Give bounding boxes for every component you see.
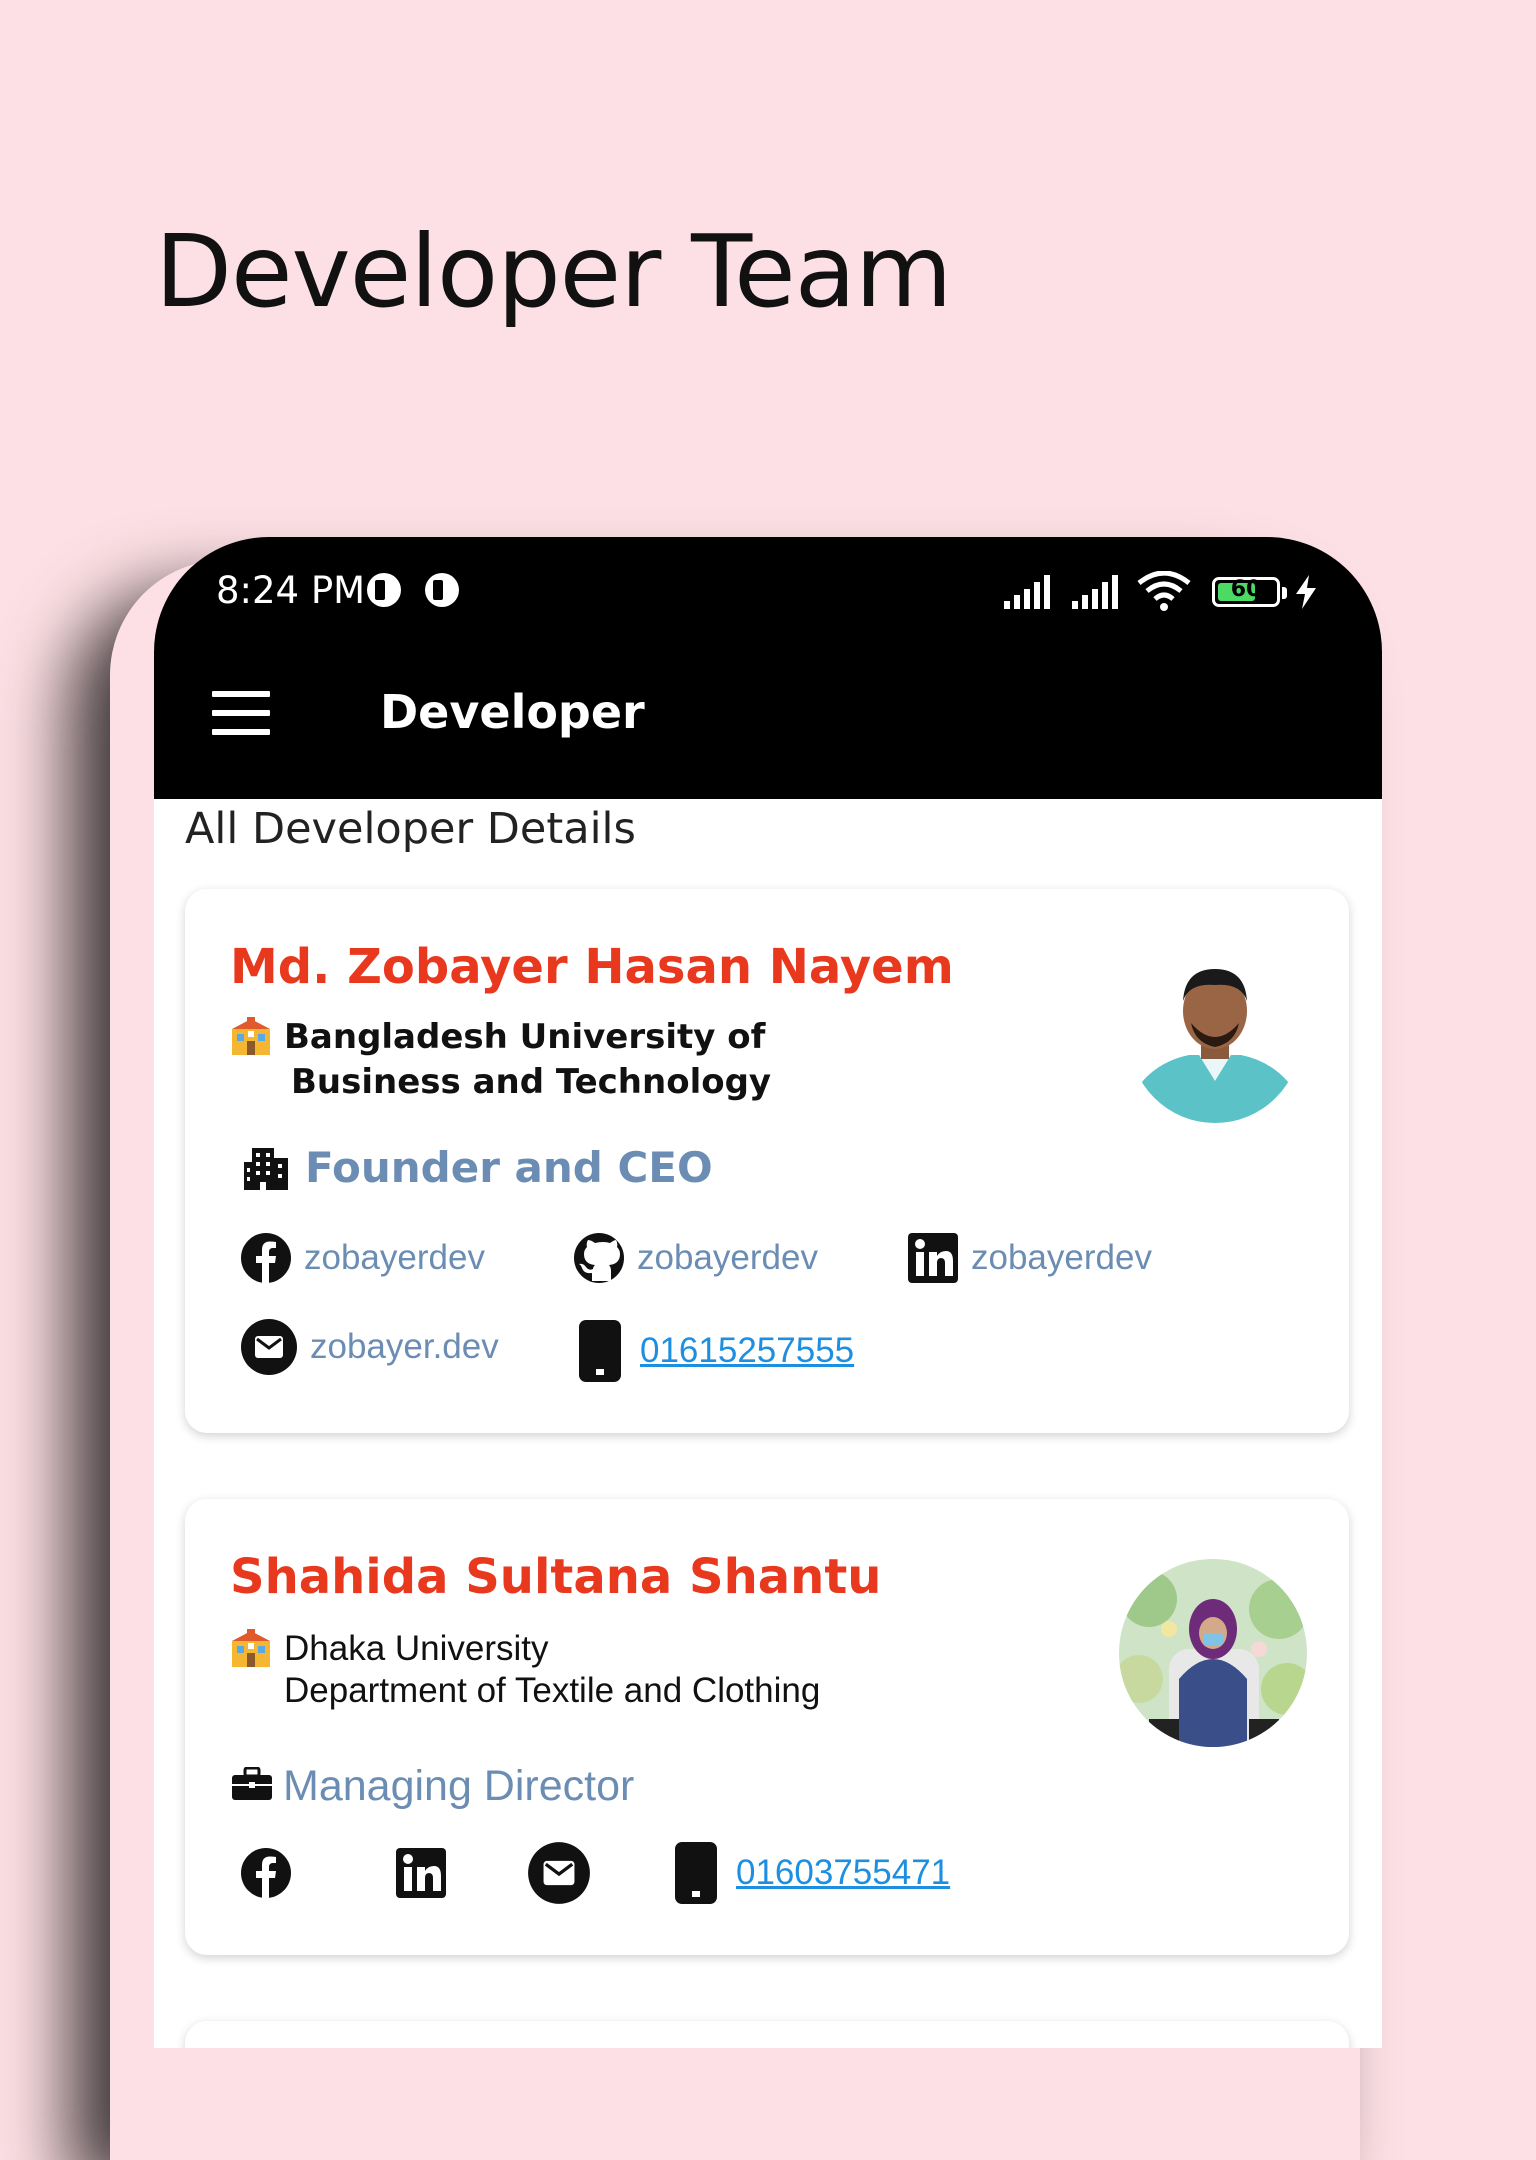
github-link[interactable]: zobayerdev bbox=[573, 1232, 818, 1284]
email-handle: zobayer.dev bbox=[310, 1327, 499, 1366]
menu-icon[interactable] bbox=[212, 691, 272, 735]
developer-card bbox=[185, 2021, 1349, 2048]
person-photo bbox=[1119, 1559, 1307, 1747]
facebook-icon[interactable] bbox=[240, 1847, 292, 1899]
email-icon bbox=[241, 1319, 297, 1375]
developer-avatar bbox=[1129, 951, 1301, 1123]
app-bar-title: Developer bbox=[380, 685, 645, 739]
developer-card: Shahida Sultana Shantu Dhaka University … bbox=[185, 1499, 1349, 1955]
facebook-link[interactable]: zobayerdev bbox=[240, 1232, 485, 1284]
linkedin-handle: zobayerdev bbox=[971, 1238, 1152, 1277]
school-icon bbox=[232, 1017, 270, 1055]
phone-link[interactable]: 01615257555 bbox=[578, 1319, 854, 1383]
school-icon bbox=[232, 1629, 270, 1667]
facebook-icon bbox=[241, 1233, 291, 1284]
app-bar: Developer bbox=[154, 647, 1382, 799]
github-handle: zobayerdev bbox=[637, 1238, 818, 1277]
section-header: All Developer Details bbox=[185, 804, 636, 854]
university-name-continued: Business and Technology bbox=[291, 1062, 772, 1102]
facebook-handle: zobayerdev bbox=[304, 1238, 485, 1277]
developer-name: Shahida Sultana Shantu bbox=[230, 1549, 882, 1605]
github-icon bbox=[574, 1233, 624, 1283]
briefcase-icon bbox=[232, 1767, 272, 1800]
phone-frame: 8:24 PM 60 Developer All Developer Detai… bbox=[154, 537, 1382, 2048]
wifi-icon bbox=[1137, 571, 1191, 611]
battery-percent: 60 bbox=[1230, 577, 1262, 602]
charging-icon bbox=[1296, 575, 1316, 609]
university-name: Bangladesh University of bbox=[284, 1017, 766, 1057]
email-link[interactable]: zobayer.dev bbox=[240, 1318, 499, 1376]
developer-list[interactable]: All Developer Details Md. Zobayer Hasan … bbox=[154, 799, 1382, 2048]
developer-role: Founder and CEO bbox=[305, 1143, 713, 1192]
developer-card: Md. Zobayer Hasan Nayem Bangladesh Unive… bbox=[185, 889, 1349, 1433]
battery-icon: 60 bbox=[1212, 577, 1280, 607]
status-time: 8:24 PM bbox=[216, 569, 366, 612]
university-name: Dhaka University bbox=[284, 1629, 549, 1668]
page-hero-title: Developer Team bbox=[155, 213, 952, 330]
email-icon[interactable] bbox=[527, 1841, 591, 1905]
linkedin-icon bbox=[908, 1233, 958, 1283]
notification-icon bbox=[367, 573, 401, 607]
battery-tip bbox=[1282, 587, 1287, 599]
developer-avatar bbox=[1119, 1559, 1307, 1747]
person-photo bbox=[1129, 951, 1301, 1123]
signal-icon bbox=[1004, 575, 1050, 609]
status-bar: 8:24 PM 60 bbox=[154, 537, 1382, 647]
notification-icon bbox=[425, 573, 459, 607]
signal-icon bbox=[1072, 575, 1118, 609]
smartphone-icon bbox=[675, 1842, 717, 1904]
phone-link[interactable]: 01603755471 bbox=[674, 1841, 950, 1905]
linkedin-link[interactable]: zobayerdev bbox=[907, 1232, 1152, 1284]
phone-number[interactable]: 01615257555 bbox=[640, 1331, 854, 1371]
phone-number[interactable]: 01603755471 bbox=[736, 1853, 950, 1893]
department-name: Department of Textile and Clothing bbox=[284, 1671, 821, 1710]
developer-name: Md. Zobayer Hasan Nayem bbox=[230, 939, 954, 995]
developer-role: Managing Director bbox=[283, 1762, 635, 1810]
smartphone-icon bbox=[579, 1320, 621, 1382]
office-building-icon bbox=[244, 1148, 288, 1190]
linkedin-icon[interactable] bbox=[395, 1847, 447, 1899]
